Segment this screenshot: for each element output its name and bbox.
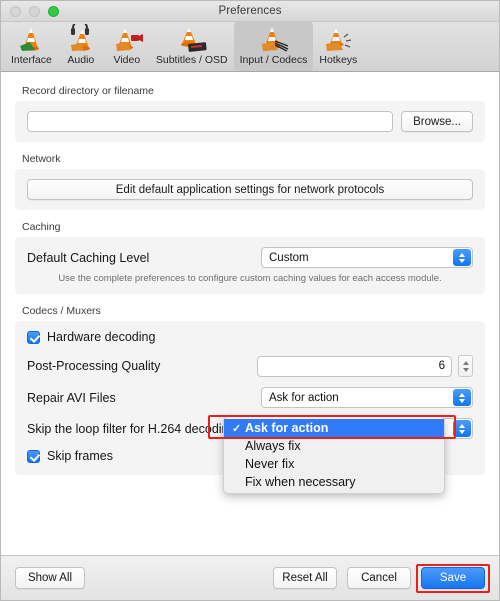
vlc-cone-audio-icon (64, 20, 98, 54)
post-processing-quality-stepper[interactable] (458, 355, 473, 377)
footer-bar: Show All Reset All Cancel Save (1, 555, 499, 600)
browse-button[interactable]: Browse... (401, 111, 473, 132)
dropdown-option-label: Always fix (245, 439, 301, 453)
record-section-label: Record directory or filename (22, 85, 154, 97)
toolbar-tab-video[interactable]: Video (104, 22, 150, 71)
repair-avi-files-row: Repair AVI Files Ask for action (27, 387, 473, 408)
preferences-window: Preferences Interface Audio Video Subtit… (0, 0, 500, 601)
repair-avi-files-dropdown-menu[interactable]: ✓ Ask for action Always fix Never fix Fi… (223, 416, 445, 494)
default-caching-level-label: Default Caching Level (27, 250, 150, 265)
dropdown-option-never-fix[interactable]: Never fix (224, 455, 444, 473)
dropdown-option-label: Never fix (245, 457, 295, 471)
record-path-input[interactable] (27, 111, 394, 132)
post-processing-quality-row: Post-Processing Quality (27, 355, 473, 377)
toolbar-tab-audio[interactable]: Audio (58, 20, 104, 71)
chevron-updown-icon (453, 249, 471, 266)
edit-network-protocol-settings-button[interactable]: Edit default application settings for ne… (27, 179, 473, 200)
checkbox-checked-icon[interactable] (27, 330, 40, 344)
toolbar-tab-subtitles-osd-label: Subtitles / OSD (155, 54, 228, 66)
toolbar-tab-video-label: Video (113, 54, 141, 66)
vlc-cone-video-icon (110, 24, 144, 54)
codecs-section-label: Codecs / Muxers (22, 305, 101, 317)
caching-group: Default Caching Level Custom Use the com… (15, 237, 485, 294)
chevron-updown-icon (453, 389, 471, 406)
caching-hint-text: Use the complete preferences to configur… (58, 273, 442, 284)
checkmark-icon: ✓ (232, 422, 242, 435)
chevron-updown-icon (453, 420, 471, 437)
hardware-decoding-checkbox-row[interactable]: Hardware decoding (27, 330, 473, 344)
checkbox-checked-icon[interactable] (27, 449, 40, 463)
window-title: Preferences (218, 5, 282, 17)
repair-avi-files-select[interactable]: Ask for action (261, 387, 473, 408)
vlc-cone-input-icon (257, 24, 291, 54)
default-caching-level-select[interactable]: Custom (261, 247, 473, 268)
dropdown-option-fix-when-necessary[interactable]: Fix when necessary (224, 473, 444, 491)
network-group: Edit default application settings for ne… (15, 169, 485, 210)
skip-frames-label: Skip frames (47, 449, 113, 463)
vlc-cone-subtitles-icon (175, 24, 209, 54)
toolbar-tab-interface-label: Interface (11, 54, 52, 66)
preferences-content: Record directory or filename Browse... N… (1, 72, 499, 555)
toolbar-tab-input-codecs-label: Input / Codecs (239, 54, 308, 66)
record-group: Browse... (15, 101, 485, 142)
toolbar-tab-interface[interactable]: Interface (5, 22, 58, 71)
save-button[interactable]: Save (421, 567, 485, 589)
dropdown-option-always-fix[interactable]: Always fix (224, 437, 444, 455)
repair-avi-selected-option[interactable]: ✓ Ask for action (224, 419, 444, 437)
toolbar-tab-input-codecs[interactable]: Input / Codecs (233, 22, 314, 71)
repair-avi-files-value: Ask for action (269, 391, 339, 404)
post-processing-quality-label: Post-Processing Quality (27, 359, 161, 373)
toolbar-tab-hotkeys-label: Hotkeys (319, 54, 358, 66)
vlc-cone-interface-icon (14, 24, 48, 54)
dropdown-option-label: Fix when necessary (245, 475, 356, 489)
cancel-button[interactable]: Cancel (347, 567, 411, 589)
repair-avi-files-label: Repair AVI Files (27, 390, 116, 405)
show-all-button[interactable]: Show All (15, 567, 85, 589)
vlc-cone-hotkeys-icon (321, 24, 355, 54)
post-processing-quality-input[interactable] (257, 355, 452, 377)
toolbar-tab-audio-label: Audio (67, 54, 95, 66)
caching-section-label: Caching (22, 221, 61, 233)
preferences-toolbar: Interface Audio Video Subtitles / OSD In… (1, 20, 499, 72)
dropdown-option-label: Ask for action (245, 421, 329, 435)
network-section-label: Network (22, 153, 61, 165)
default-caching-level-value: Custom (269, 251, 309, 264)
toolbar-tab-subtitles-osd[interactable]: Subtitles / OSD (150, 22, 234, 71)
title-bar: Preferences (1, 1, 499, 22)
reset-all-button[interactable]: Reset All (273, 567, 337, 589)
toolbar-tab-hotkeys[interactable]: Hotkeys (313, 22, 363, 71)
hardware-decoding-label: Hardware decoding (47, 330, 156, 344)
skip-loop-filter-label: Skip the loop filter for H.264 decoding (27, 421, 236, 436)
